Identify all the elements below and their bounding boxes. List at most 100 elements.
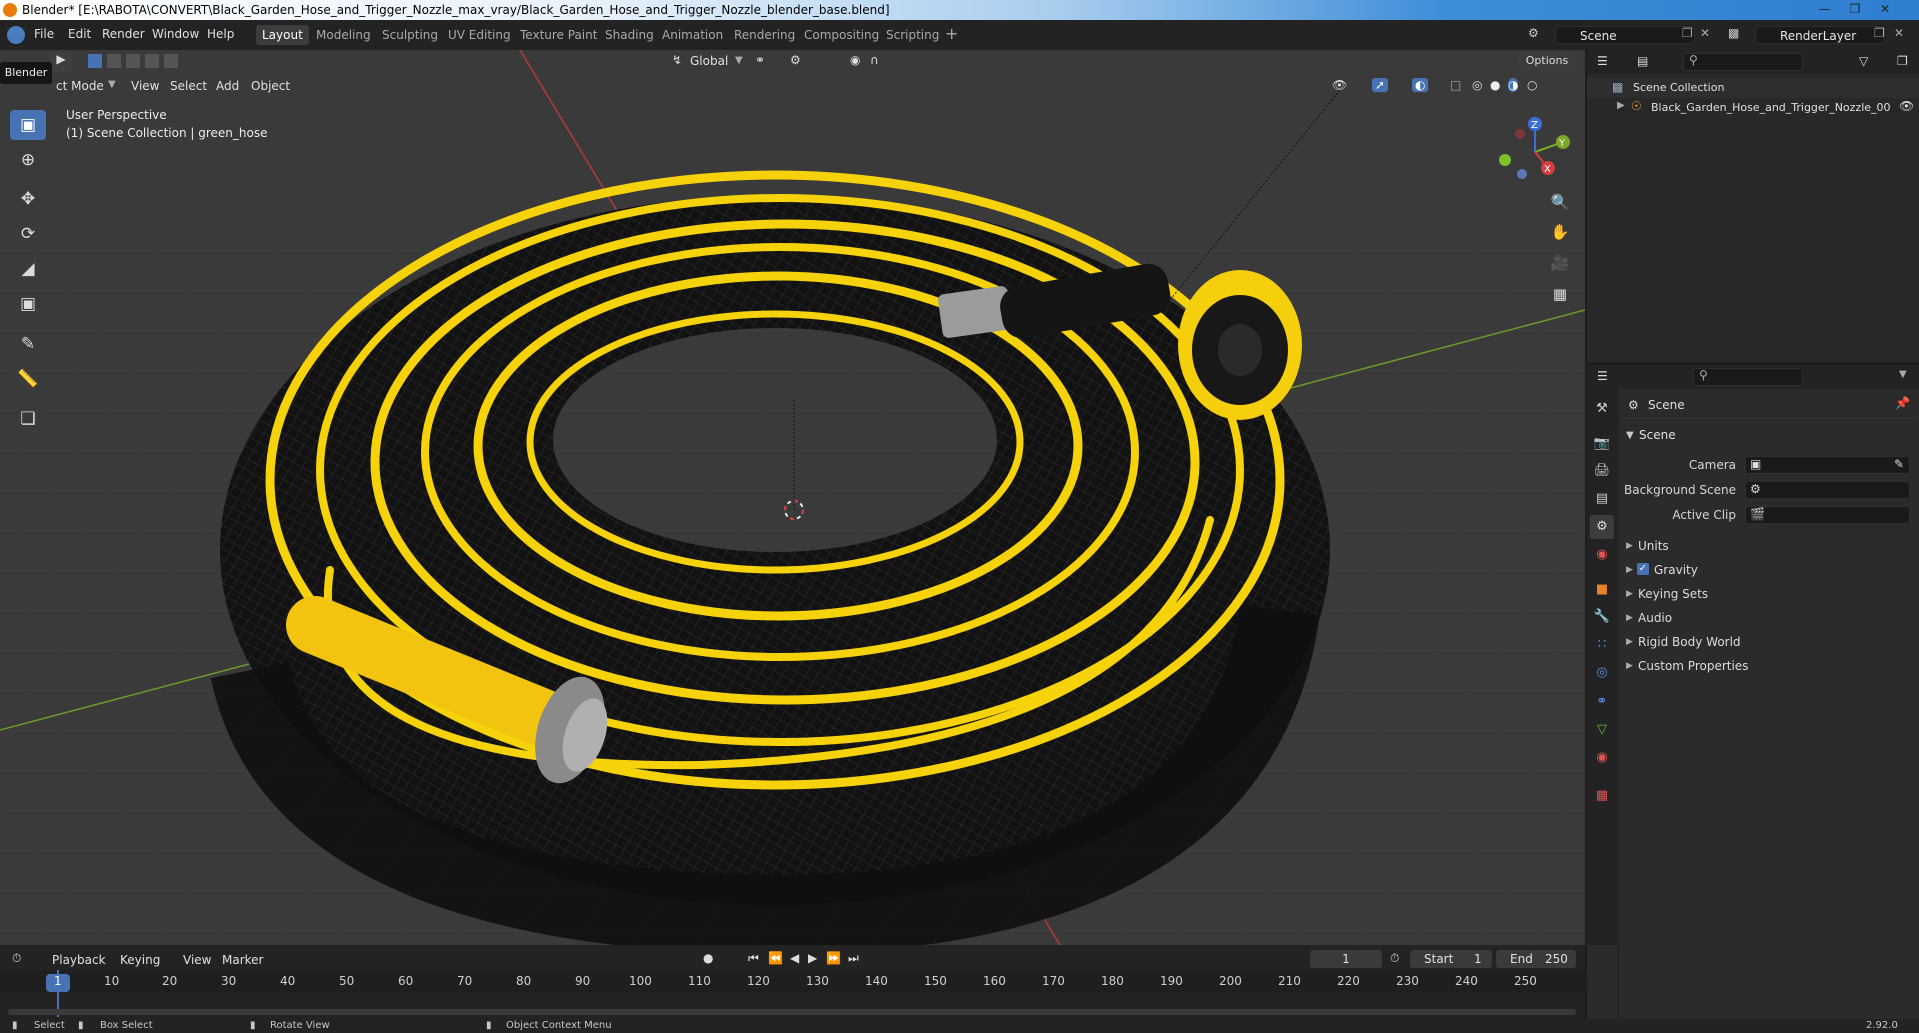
snap-icon[interactable]: ⚙ — [790, 53, 801, 67]
outliner-search-input[interactable] — [1683, 53, 1803, 71]
move-tool-icon[interactable]: ✥ — [10, 184, 46, 214]
jump-start-icon[interactable]: ⏮ — [748, 951, 759, 966]
orientation-dropdown[interactable]: Global — [690, 54, 728, 68]
new-scene-icon[interactable]: ❐ — [1682, 26, 1693, 40]
minimize-button[interactable]: — — [1812, 1, 1838, 18]
tab-rendering[interactable]: Rendering — [728, 25, 801, 45]
add-cube-tool-icon[interactable]: ❏ — [10, 404, 46, 434]
tab-layout[interactable]: Layout — [256, 25, 309, 45]
options-button[interactable]: Options — [1518, 52, 1576, 70]
maximize-button[interactable]: ❐ — [1842, 1, 1868, 18]
pivot-icon[interactable]: ⚭ — [755, 53, 765, 67]
filter-icon[interactable]: ▽ — [1859, 54, 1868, 68]
panel-collapsed-icon[interactable]: ▶ — [1626, 589, 1633, 599]
solid-shading-icon[interactable]: ● — [1490, 78, 1500, 92]
close-button[interactable]: ✕ — [1872, 1, 1898, 18]
renderlayer-field[interactable]: RenderLayer — [1755, 26, 1885, 44]
new-renderlayer-icon[interactable]: ❐ — [1874, 26, 1885, 40]
overlay-toggle-icon[interactable]: ◐ — [1412, 78, 1429, 92]
record-icon[interactable]: ● — [703, 951, 713, 965]
world-tab-icon[interactable]: ◉ — [1590, 543, 1614, 567]
properties-search-input[interactable] — [1693, 368, 1803, 386]
texture-tab-icon[interactable]: ▦ — [1590, 784, 1614, 808]
active-clip-field[interactable] — [1745, 506, 1910, 524]
renderlayer-selector-icon[interactable]: ▩ — [1728, 26, 1739, 40]
measure-tool-icon[interactable]: 📏 — [10, 364, 46, 394]
scene-panel-title[interactable]: Scene — [1639, 428, 1676, 442]
playback-menu[interactable]: Playback — [52, 953, 106, 967]
view-layer-tab-icon[interactable]: ▤ — [1590, 487, 1614, 511]
tab-sculpting[interactable]: Sculpting — [376, 25, 444, 45]
viewport-menu-object[interactable]: Object — [251, 79, 290, 93]
eye-icon[interactable]: 👁 — [1899, 99, 1914, 113]
falloff-icon[interactable]: ∩ — [870, 53, 879, 67]
gizmo-toggle-icon[interactable]: ➚ — [1372, 78, 1389, 92]
marker-menu[interactable]: Marker — [222, 953, 263, 967]
play-icon[interactable]: ▶ — [808, 951, 817, 965]
editor-type-icon[interactable]: ☰ — [1597, 369, 1608, 383]
zoom-icon[interactable]: 🔍 — [1548, 190, 1572, 214]
delete-renderlayer-icon[interactable]: ✕ — [1894, 26, 1904, 40]
perspective-grid-icon[interactable]: ▦ — [1548, 282, 1572, 306]
pin-icon[interactable]: 📌 — [1895, 396, 1910, 410]
blender-menu-icon[interactable] — [7, 26, 25, 44]
gravity-panel[interactable]: Gravity — [1654, 563, 1698, 577]
modifier-tab-icon[interactable]: 🔧 — [1590, 605, 1614, 629]
physics-tab-icon[interactable]: ◎ — [1590, 661, 1614, 685]
scene-collection-label[interactable]: Scene Collection — [1633, 81, 1724, 94]
tool-tab-icon[interactable]: ⚒ — [1590, 397, 1614, 421]
scene-selector-icon[interactable]: ⚙ — [1528, 26, 1539, 40]
keying-menu[interactable]: Keying — [120, 953, 160, 967]
data-tab-icon[interactable]: ▽ — [1590, 718, 1614, 742]
object-tab-icon[interactable]: ■ — [1590, 578, 1614, 602]
particles-tab-icon[interactable]: ∷ — [1590, 633, 1614, 657]
material-tab-icon[interactable]: ◉ — [1590, 746, 1614, 770]
panel-collapsed-icon[interactable]: ▶ — [1626, 541, 1633, 551]
keying-sets-panel[interactable]: Keying Sets — [1638, 587, 1708, 601]
add-workspace-icon[interactable]: + — [945, 24, 958, 43]
rigid-body-world-panel[interactable]: Rigid Body World — [1638, 635, 1741, 649]
menu-edit[interactable]: Edit — [68, 27, 91, 41]
rendered-shading-icon[interactable]: ○ — [1527, 78, 1537, 92]
viewport-menu-add[interactable]: Add — [216, 79, 239, 93]
rotate-tool-icon[interactable]: ⟳ — [10, 219, 46, 249]
panel-collapsed-icon[interactable]: ▶ — [1626, 613, 1633, 623]
transform-tool-icon[interactable]: ▣ — [10, 289, 46, 319]
mode-dropdown[interactable]: ct Mode — [56, 79, 104, 93]
scale-tool-icon[interactable]: ◢ — [10, 254, 46, 284]
tab-scripting[interactable]: Scripting — [880, 25, 945, 45]
timeline-view-menu[interactable]: View — [183, 953, 211, 967]
panel-expanded-icon[interactable]: ▼ — [1626, 430, 1634, 441]
xray-icon[interactable]: □ — [1450, 78, 1461, 92]
next-keyframe-icon[interactable]: ⏩ — [826, 951, 841, 965]
play-reverse-icon[interactable]: ◀ — [790, 951, 799, 965]
viewport-menu-view[interactable]: View — [131, 79, 159, 93]
outliner-item-label[interactable]: Black_Garden_Hose_and_Trigger_Nozzle_00 — [1651, 101, 1891, 114]
scene-tab-icon[interactable]: ⚙ — [1590, 515, 1614, 539]
new-collection-icon[interactable]: ❐ — [1897, 54, 1908, 68]
preview-range-icon[interactable]: ⏱ — [1390, 951, 1399, 966]
display-mode-icon[interactable]: ▤ — [1637, 54, 1648, 68]
material-shading-icon[interactable]: ◑ — [1508, 78, 1519, 92]
editor-type-icon[interactable]: ☰ — [1597, 54, 1608, 68]
navigation-gizmo[interactable]: Z Y X — [1490, 112, 1580, 192]
panel-collapsed-icon[interactable]: ▶ — [1626, 637, 1633, 647]
tab-uv-editing[interactable]: UV Editing — [442, 25, 517, 45]
proportional-edit-icon[interactable]: ◉ — [850, 53, 860, 67]
menu-help[interactable]: Help — [207, 27, 234, 41]
pan-hand-icon[interactable]: ✋ — [1548, 220, 1572, 244]
prev-keyframe-icon[interactable]: ⏪ — [768, 951, 783, 965]
timeline-editor-icon[interactable]: ⏱ — [12, 951, 21, 966]
cursor-tool-icon[interactable]: ⊕ — [10, 145, 46, 175]
3d-viewport[interactable]: ▶ Blender ct Mode ▼ View Select Add Obje… — [0, 50, 1585, 945]
output-tab-icon[interactable]: 🖨 — [1590, 459, 1614, 483]
tab-modeling[interactable]: Modeling — [310, 25, 377, 45]
tab-shading[interactable]: Shading — [599, 25, 660, 45]
tab-compositing[interactable]: Compositing — [798, 25, 885, 45]
current-frame-field[interactable]: 1 — [1310, 950, 1382, 968]
panel-collapsed-icon[interactable]: ▶ — [1626, 565, 1633, 575]
chevron-down-icon[interactable]: ▼ — [1899, 369, 1907, 380]
timeline-scrollbar[interactable] — [8, 1009, 1576, 1015]
select-tool-icon[interactable]: ▶ — [50, 52, 72, 72]
panel-collapsed-icon[interactable]: ▶ — [1626, 661, 1633, 671]
